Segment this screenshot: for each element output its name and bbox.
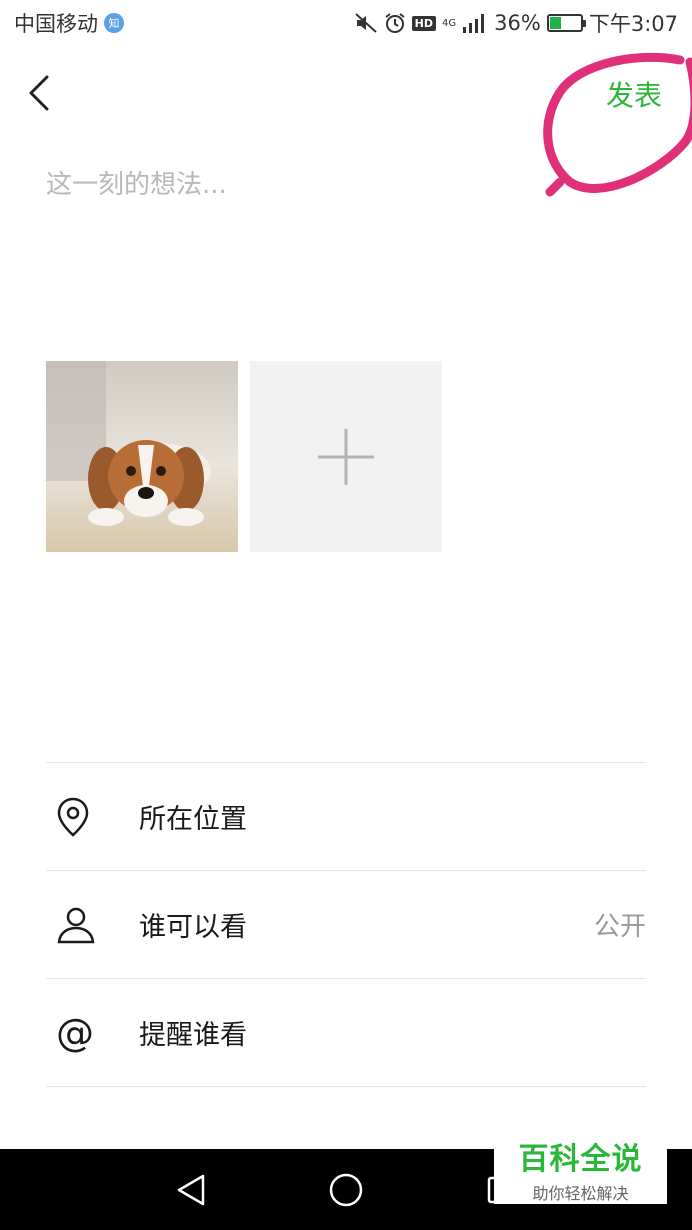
plus-icon [318, 428, 374, 485]
battery-fill [549, 17, 561, 29]
option-mention[interactable]: @ 提醒谁看 [46, 978, 646, 1086]
location-pin-icon [46, 797, 108, 837]
option-label: 谁可以看 [139, 912, 247, 943]
nav-home-button[interactable] [325, 1169, 367, 1211]
option-value: 公开 [593, 912, 646, 942]
battery-icon [546, 14, 586, 32]
person-icon [46, 906, 108, 944]
carrier-name: 中国移动 [14, 12, 98, 36]
chevron-left-icon [29, 75, 49, 111]
hd-icon: HD [411, 15, 437, 31]
status-bar: 中国移动 知 HD 4G 36% 下午3:07 [0, 0, 692, 46]
status-icons: HD 4G 36% 下午3:07 [354, 8, 678, 38]
publish-button[interactable]: 发表 [606, 74, 662, 114]
signal-icon [462, 13, 488, 33]
clock: 下午3:07 [588, 12, 678, 36]
options-list: 所在位置 谁可以看 公开 @ 提醒谁看 [46, 762, 646, 1194]
add-photo-button[interactable] [250, 361, 442, 552]
watermark-title: 百科全说 [518, 1142, 643, 1177]
beagle-photo [46, 361, 238, 552]
carrier-group: 中国移动 知 [14, 8, 124, 38]
network-type: 4G [442, 17, 457, 29]
option-visibility[interactable]: 谁可以看 公开 [46, 870, 646, 978]
at-icon: @ [56, 1010, 94, 1055]
nav-home-icon [329, 1173, 363, 1207]
watermark-subtitle: 助你轻松解决 [532, 1184, 629, 1203]
option-label: 所在位置 [139, 804, 247, 835]
mute-icon [354, 12, 378, 34]
alarm-icon [384, 12, 406, 34]
option-location[interactable]: 所在位置 [46, 762, 646, 870]
post-text-input[interactable] [46, 164, 646, 314]
photo-thumbnail[interactable] [46, 361, 238, 552]
watermark-logo: 百科全说 助你轻松解决 [494, 1134, 667, 1204]
back-button[interactable] [22, 72, 56, 114]
battery-percent: 36% [494, 11, 541, 35]
option-label: 提醒谁看 [139, 1020, 247, 1051]
carrier-badge: 知 [104, 13, 124, 33]
nav-back-icon [177, 1174, 205, 1206]
nav-back-button[interactable] [170, 1169, 212, 1211]
